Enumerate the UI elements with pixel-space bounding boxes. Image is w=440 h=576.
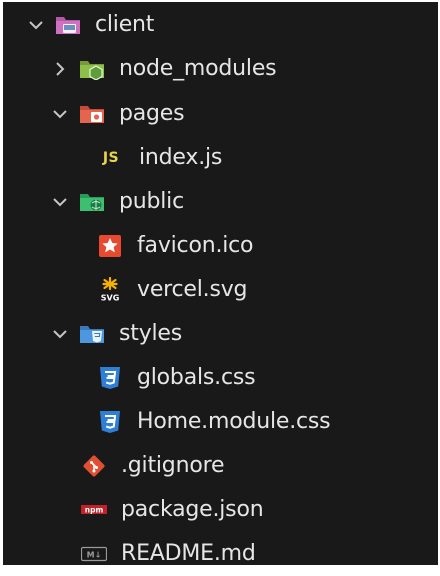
folder-public-icon	[79, 189, 105, 215]
tree-item-label: README.md	[121, 541, 256, 566]
markdown-icon: M↓	[81, 541, 107, 567]
folder-styles-icon	[79, 321, 105, 347]
tree-item-styles[interactable]: styles	[3, 312, 438, 356]
tree-item-label: index.js	[139, 145, 223, 170]
folder-pages-icon	[79, 101, 105, 127]
svg-text:npm: npm	[85, 506, 104, 515]
tree-item-pages[interactable]: pages	[3, 92, 438, 136]
tree-item-globals-css[interactable]: globals.css	[3, 356, 438, 400]
favicon-icon	[97, 233, 123, 259]
chevron-down-icon[interactable]	[49, 191, 71, 213]
tree-item-home-module-css[interactable]: Home.module.css	[3, 400, 438, 444]
tree-item-label: vercel.svg	[137, 277, 248, 302]
tree-item-label: .gitignore	[121, 453, 225, 478]
svg-text:SVG: SVG	[101, 294, 120, 303]
tree-item-label: client	[95, 12, 155, 37]
svg-text:M↓: M↓	[87, 551, 102, 560]
tree-item-label: package.json	[121, 497, 264, 522]
tree-item-vercel-svg[interactable]: SVG vercel.svg	[3, 268, 438, 312]
folder-client-icon	[55, 12, 81, 38]
tree-item-label: favicon.ico	[137, 233, 254, 258]
svg-file-icon: SVG	[97, 277, 123, 303]
css-icon	[97, 365, 123, 391]
tree-item-label: node_modules	[119, 56, 277, 81]
tree-item-node-modules[interactable]: node_modules	[3, 47, 438, 91]
tree-item-label: Home.module.css	[137, 409, 331, 434]
tree-item-label: public	[119, 189, 184, 214]
css-icon	[97, 409, 123, 435]
tree-item-index-js[interactable]: JS index.js	[3, 136, 438, 180]
folder-node-icon	[79, 56, 105, 82]
tree-item-client[interactable]: client	[3, 3, 438, 47]
chevron-right-icon[interactable]	[49, 58, 71, 80]
tree-item-readme[interactable]: M↓ README.md	[3, 532, 438, 576]
tree-item-label: pages	[119, 101, 185, 126]
tree-item-gitignore[interactable]: .gitignore	[3, 444, 438, 488]
git-icon	[81, 453, 107, 479]
npm-icon: npm	[81, 497, 107, 523]
chevron-down-icon[interactable]	[25, 14, 47, 36]
tree-item-package-json[interactable]: npm package.json	[3, 488, 438, 532]
chevron-down-icon[interactable]	[49, 103, 71, 125]
tree-item-public[interactable]: public	[3, 180, 438, 224]
tree-item-label: globals.css	[137, 365, 256, 390]
tree-item-label: styles	[119, 321, 183, 346]
tree-item-favicon[interactable]: favicon.ico	[3, 224, 438, 268]
javascript-icon: JS	[102, 150, 120, 166]
file-explorer: client node_modules pages JS index.js pu…	[3, 2, 438, 566]
chevron-down-icon[interactable]	[49, 323, 71, 345]
